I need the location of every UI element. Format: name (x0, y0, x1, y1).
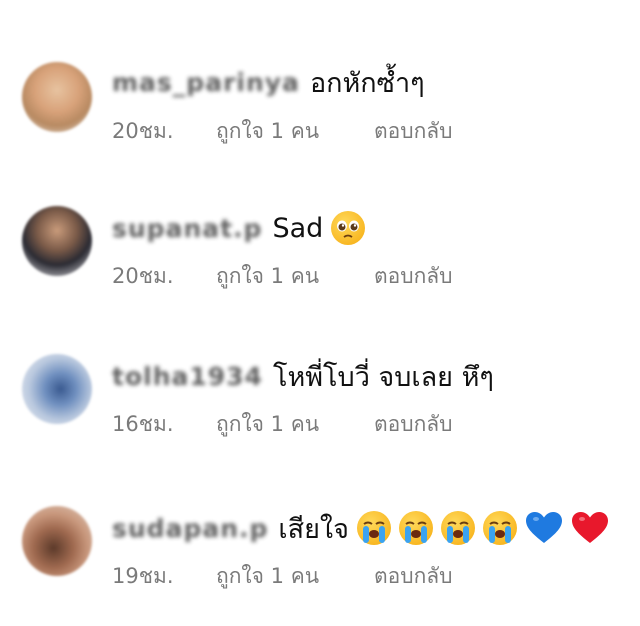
comment-time: 20ชม. (112, 264, 174, 288)
reply-button[interactable]: ตอบกลับ (374, 560, 453, 593)
comment-item: sudapan.p เสียใจ 19ชม. ถูกใจ 1 คน ตอบกลั… (0, 506, 640, 626)
comment-text: อกหักซ้ำๆ (309, 67, 425, 99)
comment-item: tolha1934 โหพี่โบวี่ จบเลย หึๆ 16ชม. ถูก… (0, 354, 640, 474)
comment-username[interactable]: sudapan.p (112, 514, 268, 543)
loudly-crying-face-icon (398, 511, 433, 545)
comment-text: เสียใจ (278, 513, 349, 545)
comment-time: 16ชม. (112, 412, 174, 436)
comment-username[interactable]: mas_parinya (112, 68, 300, 97)
pleading-face-icon (331, 211, 366, 245)
loudly-crying-face-icon (482, 511, 517, 545)
comment-likes[interactable]: ถูกใจ 1 คน (216, 260, 374, 293)
comment-likes[interactable]: ถูกใจ 1 คน (216, 115, 374, 148)
comment-username[interactable]: tolha1934 (112, 362, 263, 391)
loudly-crying-face-icon (356, 511, 391, 545)
comment-username[interactable]: supanat.p (112, 214, 262, 243)
comment-text: โหพี่โบวี่ จบเลย หึๆ (272, 361, 494, 393)
avatar[interactable] (22, 206, 92, 276)
blue-heart-icon (525, 511, 563, 545)
avatar[interactable] (22, 506, 92, 576)
comment-item: mas_parinya อกหักซ้ำๆ 20ชม. ถูกใจ 1 คน ต… (0, 62, 640, 182)
reply-button[interactable]: ตอบกลับ (374, 408, 453, 441)
comment-time: 20ชม. (112, 119, 174, 143)
red-heart-icon (571, 511, 609, 545)
reply-button[interactable]: ตอบกลับ (374, 260, 453, 293)
comment-likes[interactable]: ถูกใจ 1 คน (216, 560, 374, 593)
avatar[interactable] (22, 62, 92, 132)
comment-likes[interactable]: ถูกใจ 1 คน (216, 408, 374, 441)
comment-time: 19ชม. (112, 564, 174, 588)
reply-button[interactable]: ตอบกลับ (374, 115, 453, 148)
comment-item: supanat.p Sad 20ชม. ถูกใจ 1 คน ตอบกลับ (0, 206, 640, 326)
comment-text: Sad (272, 212, 324, 244)
avatar[interactable] (22, 354, 92, 424)
loudly-crying-face-icon (440, 511, 475, 545)
